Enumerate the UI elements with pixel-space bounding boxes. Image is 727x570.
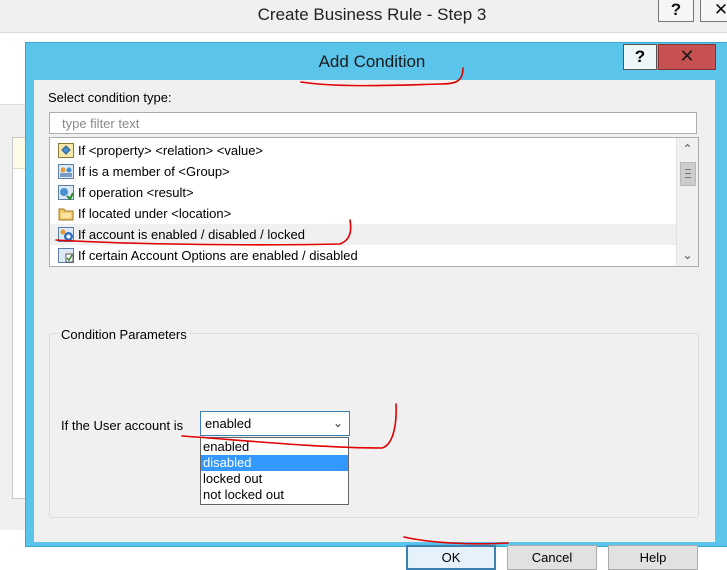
account-condition-icon: [58, 227, 74, 242]
condition-item-property[interactable]: If <property> <relation> <value>: [50, 140, 677, 161]
cancel-button[interactable]: Cancel: [507, 545, 597, 570]
select-condition-label: Select condition type:: [48, 90, 172, 105]
background-window-title: Create Business Rule - Step 3: [257, 5, 487, 24]
account-status-combobox[interactable]: enabled ⌄: [200, 411, 350, 436]
condition-item-label: If account is enabled / disabled / locke…: [78, 227, 305, 242]
dialog-help-button[interactable]: ?: [623, 44, 657, 70]
scroll-up-icon[interactable]: ⌃: [677, 140, 698, 158]
condition-item-account-status[interactable]: If account is enabled / disabled / locke…: [50, 224, 677, 245]
dropdown-option-enabled[interactable]: enabled: [201, 439, 348, 455]
dropdown-option-locked-out[interactable]: locked out: [201, 471, 348, 487]
group-condition-icon: [58, 164, 74, 179]
condition-item-label: If located under <location>: [78, 206, 232, 221]
background-help-button[interactable]: ?: [658, 0, 694, 22]
chevron-down-icon[interactable]: ⌄: [330, 415, 346, 432]
user-account-label: If the User account is: [61, 418, 184, 433]
dropdown-option-disabled[interactable]: disabled: [201, 455, 348, 471]
account-status-dropdown[interactable]: enabled disabled locked out not locked o…: [200, 437, 349, 505]
condition-item-group[interactable]: If is a member of <Group>: [50, 161, 677, 182]
dialog-close-button[interactable]: ✕: [658, 44, 716, 70]
condition-item-location[interactable]: If located under <location>: [50, 203, 677, 224]
ok-button[interactable]: OK: [406, 545, 496, 570]
condition-list-scrollbar[interactable]: ⌃ ⌄: [676, 138, 698, 266]
condition-item-operation[interactable]: If operation <result>: [50, 182, 677, 203]
condition-item-label: If is a member of <Group>: [78, 164, 230, 179]
folder-condition-icon: [58, 208, 74, 221]
dialog-client-area: Select condition type: type filter text …: [34, 80, 715, 570]
property-condition-icon: [58, 143, 74, 158]
background-close-button[interactable]: ✕: [700, 0, 727, 22]
combobox-value: enabled: [205, 416, 252, 431]
operation-condition-icon: [58, 185, 74, 200]
condition-parameters-label: Condition Parameters: [59, 327, 189, 342]
help-button[interactable]: Help: [608, 545, 698, 570]
add-condition-dialog: Add Condition ? ✕ Select condition type:…: [25, 42, 727, 570]
filter-input[interactable]: type filter text: [49, 112, 697, 134]
scroll-down-icon[interactable]: ⌄: [677, 246, 698, 264]
scrollbar-thumb[interactable]: [680, 162, 696, 186]
options-condition-icon: [58, 248, 74, 263]
background-window-titlebar: Create Business Rule - Step 3 ? ✕: [0, 0, 727, 33]
condition-item-label: If operation <result>: [78, 185, 194, 200]
dropdown-option-not-locked-out[interactable]: not locked out: [201, 487, 348, 503]
condition-item-label: If <property> <relation> <value>: [78, 143, 264, 158]
dialog-title: Add Condition: [318, 52, 426, 71]
condition-type-list[interactable]: If <property> <relation> <value> If is a…: [49, 137, 699, 267]
condition-item-label: If certain Account Options are enabled /…: [78, 248, 358, 263]
condition-item-account-options[interactable]: If certain Account Options are enabled /…: [50, 245, 677, 266]
